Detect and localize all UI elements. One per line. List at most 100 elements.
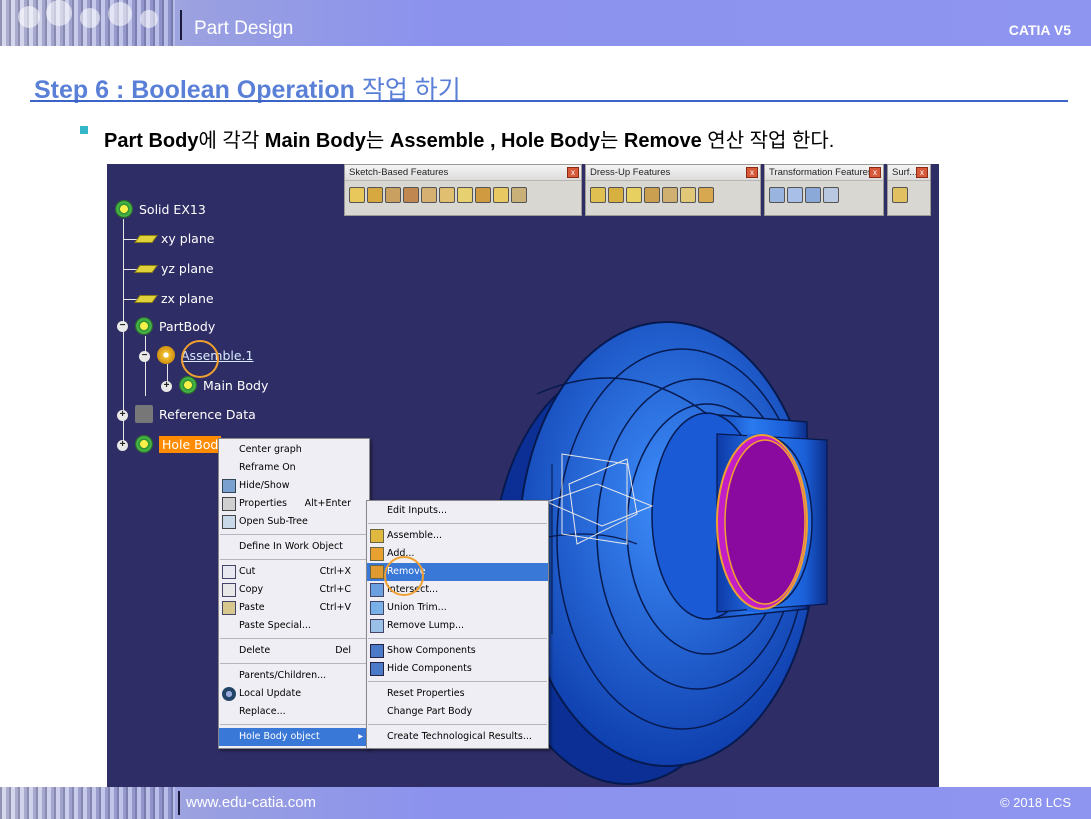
toolbar-dress-up[interactable]: Dress-Up Features x (585, 164, 761, 216)
toolbar-dressup-icons (586, 181, 760, 209)
toolbar-sketch-icons (345, 181, 581, 209)
expand-icon[interactable]: + (117, 410, 128, 421)
thread-icon[interactable] (680, 187, 696, 203)
shaft-icon[interactable] (385, 187, 401, 203)
menu-separator (220, 663, 368, 664)
thickness-icon[interactable] (662, 187, 678, 203)
copy-icon (222, 583, 236, 597)
tree-item-reference-data[interactable]: Reference Data (135, 405, 256, 423)
menu-separator (368, 681, 547, 682)
expand-icon[interactable]: + (161, 381, 172, 392)
toolbar-surface-close-button[interactable]: x (916, 167, 928, 178)
tree-item-zx-plane[interactable]: zx plane (134, 291, 214, 306)
tree-item-partbody[interactable]: PartBody (135, 317, 215, 335)
submenu-item-remove-lump[interactable]: Remove Lump... (367, 617, 548, 635)
menu-item-properties[interactable]: Properties Alt+Enter (219, 495, 369, 513)
footer-band: www.edu-catia.com © 2018 LCS (0, 787, 1091, 819)
properties-icon (222, 497, 236, 511)
submenu-item-change-part-body[interactable]: Change Part Body (367, 703, 548, 721)
menu-item-paste[interactable]: Paste Ctrl+V (219, 599, 369, 617)
groove-icon[interactable] (403, 187, 419, 203)
toolbar-dressup-close-button[interactable]: x (746, 167, 758, 178)
footer-separator (178, 791, 180, 815)
pattern-icon[interactable] (805, 187, 821, 203)
menu-item-reframe-on[interactable]: Reframe On (219, 459, 369, 477)
paste-icon (222, 601, 236, 615)
menu-item-cut[interactable]: Cut Ctrl+X (219, 563, 369, 581)
highlight-circle (181, 340, 219, 378)
menu-item-replace[interactable]: Replace... (219, 703, 369, 721)
toolbar-surface[interactable]: Surf... x (887, 164, 931, 216)
menu-separator (220, 534, 368, 535)
loft-icon[interactable] (493, 187, 509, 203)
toolbar-transformation[interactable]: Transformation Features x (764, 164, 884, 216)
footer-url[interactable]: www.edu-catia.com (186, 794, 316, 811)
menu-item-center-graph[interactable]: Center graph (219, 441, 369, 459)
catia-viewport[interactable]: Sketch-Based Features x Dress-Up Features… (107, 164, 939, 787)
pocket-icon[interactable] (367, 187, 383, 203)
menu-separator (368, 638, 547, 639)
submenu-item-hide-components[interactable]: Hide Components (367, 660, 548, 678)
menu-item-define-in-work-object[interactable]: Define In Work Object (219, 538, 369, 556)
submenu-item-show-components[interactable]: Show Components (367, 642, 548, 660)
menu-item-copy[interactable]: Copy Ctrl+C (219, 581, 369, 599)
assemble-icon (157, 346, 175, 364)
tree-mainbody-label: Main Body (203, 377, 269, 393)
scaling-icon[interactable] (823, 187, 839, 203)
plane-icon (134, 234, 158, 243)
tree-item-xy-plane[interactable]: xy plane (134, 231, 214, 246)
remove-face-icon[interactable] (698, 187, 714, 203)
menu-item-paste-special[interactable]: Paste Special... (219, 617, 369, 635)
remove-icon (370, 565, 384, 579)
reference-icon (135, 405, 153, 423)
intersect-icon (370, 583, 384, 597)
menu-item-hole-body-object[interactable]: Hole Body object ▸ (219, 728, 369, 746)
submenu-item-reset-properties[interactable]: Reset Properties (367, 685, 548, 703)
hide-show-icon (222, 479, 236, 493)
header-product: CATIA V5 (1008, 22, 1071, 38)
toolbar-sketch-based[interactable]: Sketch-Based Features x (344, 164, 582, 216)
sub-tree-icon (222, 515, 236, 529)
tree-root-label: Solid EX13 (139, 201, 206, 217)
removed-loft-icon[interactable] (511, 187, 527, 203)
pad-icon[interactable] (349, 187, 365, 203)
union-trim-icon (370, 601, 384, 615)
tree-root[interactable]: Solid EX13 (115, 200, 206, 218)
toolbar-transform-close-button[interactable]: x (869, 167, 881, 178)
hole-icon[interactable] (421, 187, 437, 203)
expand-icon[interactable]: + (117, 440, 128, 451)
mirror-icon[interactable] (787, 187, 803, 203)
menu-item-open-sub-tree[interactable]: Open Sub-Tree (219, 513, 369, 531)
tree-item-yz-plane[interactable]: yz plane (134, 261, 214, 276)
sub-menu[interactable]: Edit Inputs... Assemble... Add... Remove… (366, 500, 549, 749)
translation-icon[interactable] (769, 187, 785, 203)
draft-icon[interactable] (626, 187, 642, 203)
submenu-item-create-tech-results[interactable]: Create Technological Results... (367, 728, 548, 746)
body-gear-icon (179, 376, 197, 394)
menu-item-parents-children[interactable]: Parents/Children... (219, 667, 369, 685)
collapse-icon[interactable]: − (117, 321, 128, 332)
submenu-item-assemble[interactable]: Assemble... (367, 527, 548, 545)
menu-item-delete[interactable]: Delete Del (219, 642, 369, 660)
slot-icon[interactable] (457, 187, 473, 203)
stiffener-icon[interactable] (475, 187, 491, 203)
submenu-item-union-trim[interactable]: Union Trim... (367, 599, 548, 617)
tree-zx-label: zx plane (161, 291, 214, 306)
rib-icon[interactable] (439, 187, 455, 203)
fillet-icon[interactable] (590, 187, 606, 203)
body-gear-icon (135, 317, 153, 335)
collapse-icon[interactable]: − (139, 351, 150, 362)
split-icon[interactable] (892, 187, 908, 203)
submenu-item-edit-inputs[interactable]: Edit Inputs... (367, 502, 548, 520)
bullet-part4: 연산 작업 한다. (701, 130, 835, 152)
tree-item-main-body[interactable]: Main Body (179, 376, 268, 394)
menu-item-local-update[interactable]: Local Update (219, 685, 369, 703)
chamfer-icon[interactable] (608, 187, 624, 203)
menu-item-hide-show[interactable]: Hide/Show (219, 477, 369, 495)
shell-icon[interactable] (644, 187, 660, 203)
tree-item-hole-body[interactable]: Hole Bod (135, 435, 222, 453)
menu-separator (368, 523, 547, 524)
toolbar-sketch-close-button[interactable]: x (567, 167, 579, 178)
header-separator (180, 10, 182, 40)
context-menu[interactable]: Center graph Reframe On Hide/Show Proper… (218, 438, 370, 749)
